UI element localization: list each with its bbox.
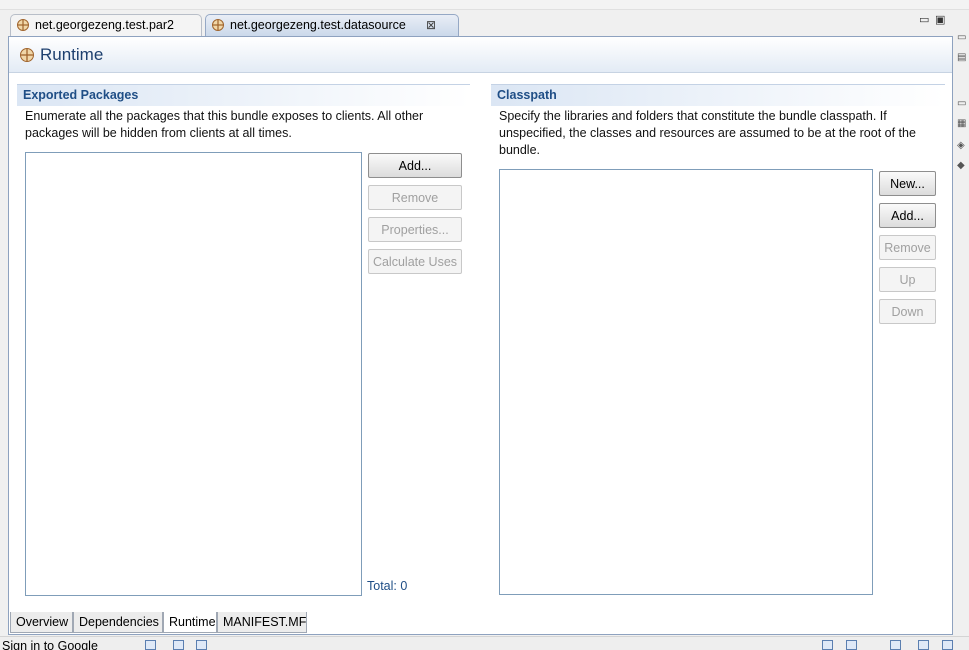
status-icon[interactable] xyxy=(918,640,929,650)
section-exported-packages[interactable]: Exported Packages xyxy=(17,84,470,106)
close-icon[interactable]: ⊠ xyxy=(426,15,436,36)
editor-tab-bar: net.georgezeng.test.par2 net.georgezeng.… xyxy=(8,10,953,36)
expression-icon[interactable]: ◈ xyxy=(957,140,965,151)
page-title: Runtime xyxy=(40,45,104,64)
remove-classpath-button[interactable]: Remove xyxy=(879,235,936,260)
tab-runtime[interactable]: Runtime xyxy=(163,612,217,633)
section-description: Enumerate all the packages that this bun… xyxy=(25,109,424,140)
classpath-list[interactable] xyxy=(499,169,873,595)
add-classpath-button[interactable]: Add... xyxy=(879,203,936,228)
plugin-icon xyxy=(212,19,224,31)
calculate-uses-button[interactable]: Calculate Uses xyxy=(368,249,462,274)
restore-icon[interactable]: ▭ xyxy=(957,32,966,43)
outline-icon[interactable]: ▤ xyxy=(957,52,966,63)
section-title: Classpath xyxy=(497,88,557,102)
status-icon[interactable] xyxy=(822,640,833,650)
tab-dependencies[interactable]: Dependencies xyxy=(73,612,163,633)
status-icon[interactable] xyxy=(890,640,901,650)
manifest-editor: Runtime Exported Packages Enumerate all … xyxy=(8,36,953,635)
down-button[interactable]: Down xyxy=(879,299,936,324)
new-classpath-button[interactable]: New... xyxy=(879,171,936,196)
tab-overview[interactable]: Overview xyxy=(10,612,73,633)
exported-packages-list[interactable] xyxy=(25,152,362,596)
tab-label: net.georgezeng.test.datasource xyxy=(230,18,406,32)
form-header: Runtime xyxy=(9,37,952,73)
restore-icon[interactable]: ▭ xyxy=(957,98,966,109)
status-icon[interactable] xyxy=(145,640,156,650)
status-bar: Sign in to Google xyxy=(0,636,969,650)
maximize-icon[interactable]: ▣ xyxy=(935,13,945,26)
status-icon[interactable] xyxy=(173,640,184,650)
link-icon[interactable]: ◆ xyxy=(957,160,965,171)
side-toolbar: ▭ ▤ ▭ ▦ ◈ ◆ xyxy=(956,10,969,630)
up-button[interactable]: Up xyxy=(879,267,936,292)
tab-datasource[interactable]: net.georgezeng.test.datasource ⊠ xyxy=(205,14,459,36)
section-classpath[interactable]: Classpath xyxy=(491,84,945,106)
add-package-button[interactable]: Add... xyxy=(368,153,462,178)
section-title: Exported Packages xyxy=(23,88,139,102)
tab-manifest[interactable]: MANIFEST.MF xyxy=(217,612,307,633)
tab-label: Runtime xyxy=(169,615,216,629)
minimize-icon[interactable]: ▭ xyxy=(919,13,929,26)
variables-icon[interactable]: ▦ xyxy=(957,118,966,129)
remove-package-button[interactable]: Remove xyxy=(368,185,462,210)
tab-label: net.georgezeng.test.par2 xyxy=(35,18,174,32)
section-description: Specify the libraries and folders that c… xyxy=(499,109,916,157)
plugin-icon xyxy=(20,48,34,62)
toolbar-strip xyxy=(0,0,969,10)
tab-label: Overview xyxy=(16,615,69,629)
properties-button[interactable]: Properties... xyxy=(368,217,462,242)
page-tab-bar: Overview Dependencies Runtime MANIFEST.M… xyxy=(8,612,953,634)
tab-label: MANIFEST.MF xyxy=(223,615,307,629)
plugin-icon xyxy=(17,19,29,31)
tab-par2[interactable]: net.georgezeng.test.par2 xyxy=(10,14,202,36)
status-text: Sign in to Google xyxy=(2,639,98,650)
status-icon[interactable] xyxy=(196,640,207,650)
status-icon[interactable] xyxy=(846,640,857,650)
total-count: Total: 0 xyxy=(367,579,408,593)
status-icon[interactable] xyxy=(942,640,953,650)
tab-label: Dependencies xyxy=(79,615,159,629)
